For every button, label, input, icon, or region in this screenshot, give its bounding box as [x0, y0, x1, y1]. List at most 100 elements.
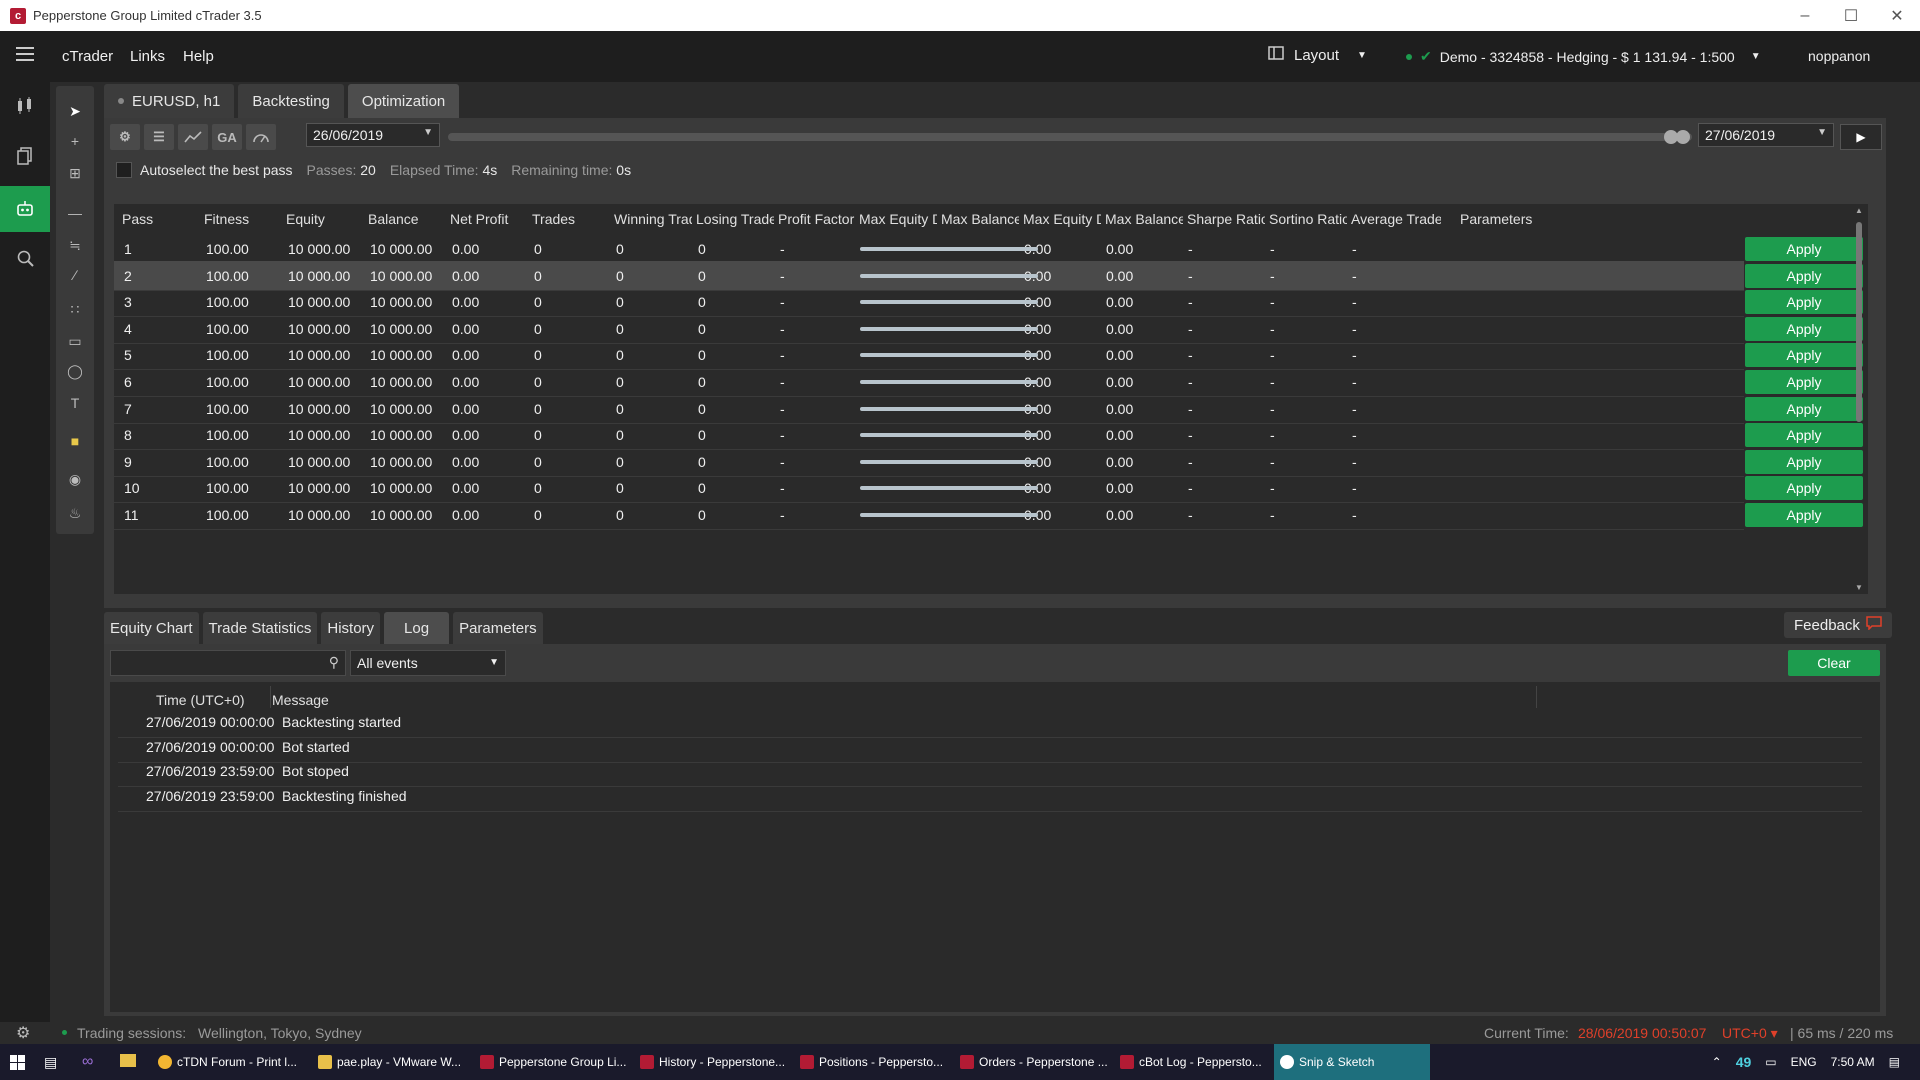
clock[interactable]: 7:50 AM [1831, 1055, 1875, 1069]
table-row[interactable]: 7100.0010 000.0010 000.000.00000-0.000.0… [114, 394, 1744, 424]
apply-button[interactable]: Apply [1745, 237, 1863, 261]
fibonacci-icon[interactable]: ≒ [66, 236, 84, 254]
col-max-balance-dd-pct[interactable]: Max Balance... [941, 211, 1019, 227]
settings-gear-icon[interactable]: ⚙ [110, 124, 140, 150]
apply-button[interactable]: Apply [1745, 396, 1863, 421]
layout-dropdown[interactable]: Layout ▼ [1268, 46, 1367, 64]
apply-button[interactable]: Apply [1745, 503, 1863, 527]
col-losing-trades[interactable]: Losing Trades [696, 211, 774, 227]
taskbar-pepperstone[interactable]: Pepperstone Group Li... [474, 1044, 628, 1080]
log-col-message[interactable]: Message [272, 692, 329, 708]
apply-button[interactable]: Apply [1745, 316, 1863, 341]
tab-symbol[interactable]: EURUSD, h1 [104, 84, 235, 118]
col-max-balance-dd[interactable]: Max Balance... [1105, 211, 1183, 227]
table-row[interactable]: 11100.0010 000.0010 000.000.00000-0.000.… [114, 500, 1744, 530]
col-net-profit[interactable]: Net Profit [450, 211, 526, 227]
table-row[interactable]: 8100.0010 000.0010 000.000.00000-0.000.0… [114, 420, 1744, 451]
results-scrollbar[interactable]: ▲ ▼ [1854, 206, 1864, 592]
battery-icon[interactable]: ▭ [1765, 1055, 1776, 1069]
crosshair-icon[interactable]: + [66, 132, 84, 150]
horizontal-line-icon[interactable]: — [66, 204, 84, 222]
taskbar-cbot-log[interactable]: cBot Log - Peppersto... [1114, 1044, 1268, 1080]
apply-button[interactable]: Apply [1745, 476, 1863, 501]
table-row[interactable]: 1100.0010 000.0010 000.000.00000-0.000.0… [114, 234, 1744, 264]
clear-log-button[interactable]: Clear [1788, 650, 1880, 676]
taskbar-history[interactable]: History - Pepperstone... [634, 1044, 788, 1080]
hamburger-menu-icon[interactable] [16, 47, 34, 65]
notification-icon[interactable]: ▤ [1889, 1055, 1900, 1069]
tray-chevron-up-icon[interactable]: ⌃ [1712, 1055, 1722, 1069]
col-profit-factor[interactable]: Profit Factor [778, 211, 856, 227]
feedback-button[interactable]: Feedback [1784, 612, 1892, 638]
date-range-slider[interactable] [448, 130, 1692, 144]
menu-ctrader[interactable]: cTrader [62, 48, 113, 65]
trendline-icon[interactable]: ∕ [66, 266, 84, 284]
scroll-up-icon[interactable]: ▲ [1855, 206, 1863, 215]
col-winning-trades[interactable]: Winning Trades [614, 211, 692, 227]
menu-links[interactable]: Links [130, 48, 165, 65]
log-row[interactable]: 27/06/2019 23:59:00 Backtesting finished [118, 782, 1862, 812]
table-row[interactable]: 4100.0010 000.0010 000.000.00000-0.000.0… [114, 314, 1744, 344]
col-fitness[interactable]: Fitness [204, 211, 280, 227]
timezone-selector[interactable]: UTC+0 ▾ [1722, 1025, 1778, 1042]
visual-studio-icon[interactable]: ∞ [82, 1053, 93, 1071]
log-search-input[interactable]: ⚲ [110, 650, 346, 676]
apply-button[interactable]: Apply [1745, 449, 1863, 474]
tab-log[interactable]: Log [384, 612, 450, 644]
taskbar-snip-sketch[interactable]: Snip & Sketch [1274, 1044, 1430, 1080]
table-row[interactable]: 10100.0010 000.0010 000.000.00000-0.000.… [114, 473, 1744, 504]
apply-button[interactable]: Apply [1745, 263, 1863, 288]
tray-badge[interactable]: 49 [1736, 1054, 1752, 1070]
taskbar-positions[interactable]: Positions - Peppersto... [794, 1044, 948, 1080]
windows-start-icon[interactable] [10, 1055, 25, 1074]
taskbar-chrome-forum[interactable]: cTDN Forum - Print l... [152, 1044, 300, 1080]
col-parameters[interactable]: Parameters [1460, 211, 1550, 227]
menu-help[interactable]: Help [183, 48, 214, 65]
close-button[interactable]: ✕ [1874, 0, 1920, 31]
user-name[interactable]: noppanon [1808, 48, 1870, 64]
col-balance[interactable]: Balance [368, 211, 444, 227]
text-icon[interactable]: T [66, 394, 84, 412]
tab-history[interactable]: History [321, 612, 381, 644]
zoom-crosshair-icon[interactable]: ⊞ [66, 164, 84, 182]
tab-trade-statistics[interactable]: Trade Statistics [202, 612, 318, 644]
table-row[interactable]: 3100.0010 000.0010 000.000.00000-0.000.0… [114, 287, 1744, 318]
maximize-button[interactable]: ☐ [1828, 0, 1874, 31]
language-indicator[interactable]: ENG [1791, 1055, 1817, 1069]
scroll-down-icon[interactable]: ▼ [1855, 583, 1863, 592]
col-sortino-ratio[interactable]: Sortino Ratio [1269, 211, 1347, 227]
copy-icon[interactable] [13, 144, 37, 168]
play-button[interactable]: ▶ [1840, 124, 1882, 150]
col-max-equity-dd-pct[interactable]: Max Equity D... [859, 211, 937, 227]
scrollbar-thumb[interactable] [1856, 222, 1862, 422]
col-trades[interactable]: Trades [532, 211, 608, 227]
table-row[interactable]: 6100.0010 000.0010 000.000.00000-0.000.0… [114, 367, 1744, 397]
taskbar-orders[interactable]: Orders - Pepperstone ... [954, 1044, 1108, 1080]
end-date-picker[interactable]: 27/06/2019 ▼ [1698, 123, 1834, 147]
apply-button[interactable]: Apply [1745, 290, 1863, 315]
table-row[interactable]: 9100.0010 000.0010 000.000.00000-0.000.0… [114, 447, 1744, 477]
ellipse-icon[interactable]: ◯ [66, 362, 84, 380]
tab-backtesting[interactable]: Backtesting [238, 84, 344, 118]
genetic-algorithm-button[interactable]: GA [212, 124, 242, 150]
apply-button[interactable]: Apply [1745, 343, 1863, 368]
note-icon[interactable]: ■ [66, 432, 84, 450]
robot-icon[interactable] [13, 197, 37, 221]
log-event-filter[interactable]: All events ▼ [350, 650, 506, 676]
parameters-sliders-icon[interactable]: ☰ [144, 124, 174, 150]
log-col-time[interactable]: Time (UTC+0) [156, 692, 245, 708]
tab-optimization[interactable]: Optimization [347, 84, 460, 118]
tab-parameters[interactable]: Parameters [453, 612, 543, 644]
camera-icon[interactable]: ◉ [66, 470, 84, 488]
slider-handle-end[interactable] [1676, 130, 1690, 144]
speed-gauge-icon[interactable] [246, 124, 276, 150]
autoselect-checkbox[interactable] [116, 162, 132, 178]
cursor-icon[interactable]: ➤ [66, 102, 84, 120]
col-average-trade[interactable]: Average Trade [1351, 211, 1441, 227]
account-selector[interactable]: ✔ Demo - 3324858 - Hedging - $ 1 131.94 … [1406, 48, 1761, 65]
rectangle-icon[interactable]: ▭ [66, 332, 84, 350]
chart-line-icon[interactable] [178, 124, 208, 150]
trade-icon[interactable] [13, 94, 37, 118]
taskbar-vmware[interactable]: pae.play - VMware W... [312, 1044, 464, 1080]
start-date-picker[interactable]: 26/06/2019 ▼ [306, 123, 440, 147]
